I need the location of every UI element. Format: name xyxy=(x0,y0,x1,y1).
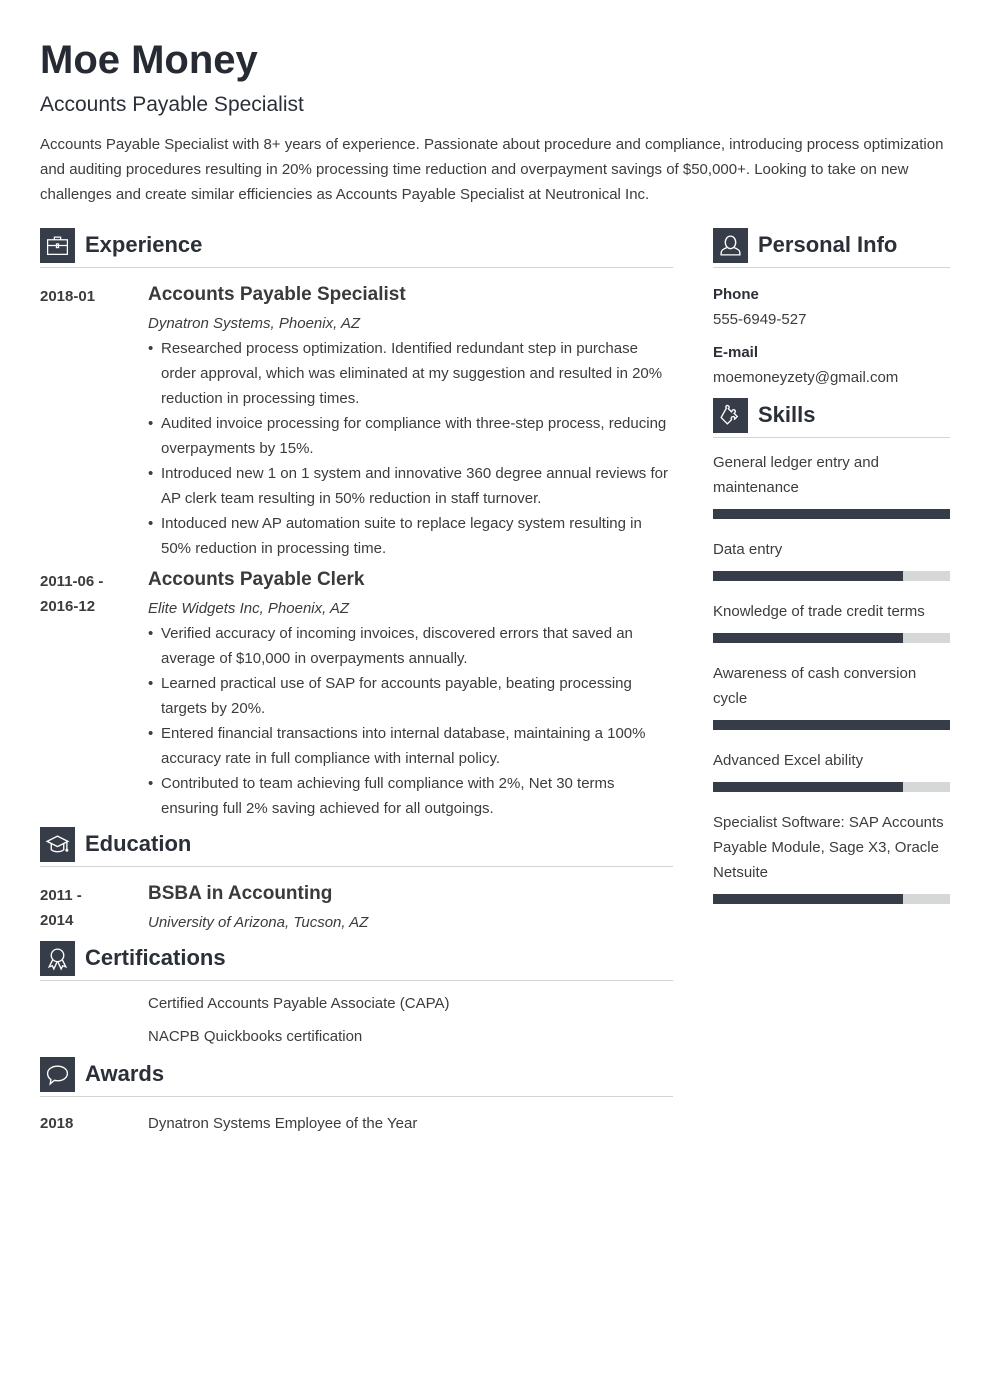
skill-level-bar xyxy=(713,633,950,643)
speech-bubble-icon xyxy=(40,1056,75,1092)
award-ribbon-icon xyxy=(40,940,75,976)
bullet: Entered financial transactions into inte… xyxy=(148,721,673,771)
job-title: Accounts Payable Clerk xyxy=(148,569,365,590)
date-range: 2011 - 2014 xyxy=(40,887,82,929)
section-title: Education xyxy=(85,831,192,856)
bullet: Learned practical use of SAP for account… xyxy=(148,671,673,721)
awards-section: Awards 2018 Dynatron Systems Employee of… xyxy=(40,1056,673,1136)
company: Dynatron Systems, Phoenix, AZ xyxy=(148,315,361,332)
section-title: Awards xyxy=(85,1061,165,1086)
skill-name: Awareness of cash conversion cycle xyxy=(713,665,917,707)
skills-section: Skills General ledger entry and maintena… xyxy=(713,397,950,904)
skill-level-bar xyxy=(713,509,950,519)
skills-list: General ledger entry and maintenance Data… xyxy=(713,450,950,904)
skill-level-fill xyxy=(713,509,950,519)
section-header: Awards xyxy=(40,1056,673,1097)
entry-date: 2011 - 2014 xyxy=(40,881,148,935)
graduation-cap-icon xyxy=(40,826,75,862)
experience-entry: 2011-06 - 2016-12 Accounts Payable Clerk… xyxy=(40,567,673,821)
briefcase-icon xyxy=(40,227,75,263)
summary: Accounts Payable Specialist with 8+ year… xyxy=(40,136,944,203)
resume-page: Moe Money Accounts Payable Specialist Ac… xyxy=(40,36,950,1132)
date-range: 2011-06 - 2016-12 xyxy=(40,573,104,615)
bullet: Contributed to team achieving full compl… xyxy=(148,771,673,821)
person-icon xyxy=(713,227,748,263)
bullet: Intoduced new AP automation suite to rep… xyxy=(148,511,673,561)
section-title: Skills xyxy=(758,402,816,427)
skill-item: Knowledge of trade credit terms xyxy=(713,599,950,643)
skill-name: Specialist Software: SAP Accounts Payabl… xyxy=(713,814,944,881)
skill-level-bar xyxy=(713,894,950,904)
job-title: Accounts Payable Specialist xyxy=(148,284,406,305)
right-column: Personal Info Phone 555-6949-527 E-mail … xyxy=(713,227,950,922)
left-column: Experience 2018-01 Accounts Payable Spec… xyxy=(40,227,673,1136)
candidate-name: Moe Money xyxy=(40,38,258,82)
award-text: Dynatron Systems Employee of the Year xyxy=(148,1115,418,1132)
section-title: Experience xyxy=(85,232,203,257)
personal-info-section: Personal Info Phone 555-6949-527 E-mail … xyxy=(713,227,950,390)
section-header: Education xyxy=(40,826,673,867)
candidate-title: Accounts Payable Specialist xyxy=(40,93,304,116)
skill-name: Knowledge of trade credit terms xyxy=(713,603,925,620)
puzzle-icon xyxy=(713,397,748,433)
skill-item: Advanced Excel ability xyxy=(713,748,950,792)
email-label: E-mail xyxy=(713,344,759,361)
bullet: Introduced new 1 on 1 system and innovat… xyxy=(148,461,673,511)
skill-level-fill xyxy=(713,894,903,904)
section-header: Certifications xyxy=(40,940,673,981)
entry-date: 2011-06 - 2016-12 xyxy=(40,567,148,821)
skill-item: Specialist Software: SAP Accounts Payabl… xyxy=(713,810,950,904)
skill-level-bar xyxy=(713,782,950,792)
bullet: Researched process optimization. Identif… xyxy=(148,336,673,411)
certification-item: NACPB Quickbooks certification xyxy=(148,1028,363,1045)
skill-level-fill xyxy=(713,782,903,792)
phone-value: 555-6949-527 xyxy=(713,311,807,328)
skill-item: Awareness of cash conversion cycle xyxy=(713,661,950,730)
certifications-section: Certifications Certified Accounts Payabl… xyxy=(40,940,673,1049)
skill-level-fill xyxy=(713,633,903,643)
school: University of Arizona, Tucson, AZ xyxy=(148,914,369,931)
phone-label: Phone xyxy=(713,286,759,303)
section-title: Personal Info xyxy=(758,232,898,257)
skill-level-bar xyxy=(713,720,950,730)
skill-name: Data entry xyxy=(713,541,783,558)
award-date: 2018 xyxy=(40,1115,74,1132)
section-header: Experience xyxy=(40,227,673,268)
skill-level-fill xyxy=(713,720,950,730)
bullet: Audited invoice processing for complianc… xyxy=(148,411,673,461)
education-section: Education 2011 - 2014 BSBA in Accounting… xyxy=(40,826,673,935)
experience-entry: 2018-01 Accounts Payable Specialist Dyna… xyxy=(40,282,673,561)
company: Elite Widgets Inc, Phoenix, AZ xyxy=(148,600,350,617)
certification-item: Certified Accounts Payable Associate (CA… xyxy=(148,995,450,1012)
skill-item: Data entry xyxy=(713,537,950,581)
skill-name: Advanced Excel ability xyxy=(713,752,864,769)
section-header: Skills xyxy=(713,397,950,438)
email-value[interactable]: moemoneyzety@gmail.com xyxy=(713,365,950,390)
skill-level-fill xyxy=(713,571,903,581)
award-entry: 2018 Dynatron Systems Employee of the Ye… xyxy=(40,1111,673,1136)
skill-item: General ledger entry and maintenance xyxy=(713,450,950,519)
skill-level-bar xyxy=(713,571,950,581)
skill-name: General ledger entry and maintenance xyxy=(713,454,879,496)
experience-section: Experience 2018-01 Accounts Payable Spec… xyxy=(40,227,673,821)
education-entry: 2011 - 2014 BSBA in Accounting Universit… xyxy=(40,881,673,935)
section-title: Certifications xyxy=(85,945,226,970)
bullet: Verified accuracy of incoming invoices, … xyxy=(148,621,673,671)
degree: BSBA in Accounting xyxy=(148,883,333,904)
entry-date: 2018-01 xyxy=(40,288,96,305)
section-header: Personal Info xyxy=(713,227,950,268)
